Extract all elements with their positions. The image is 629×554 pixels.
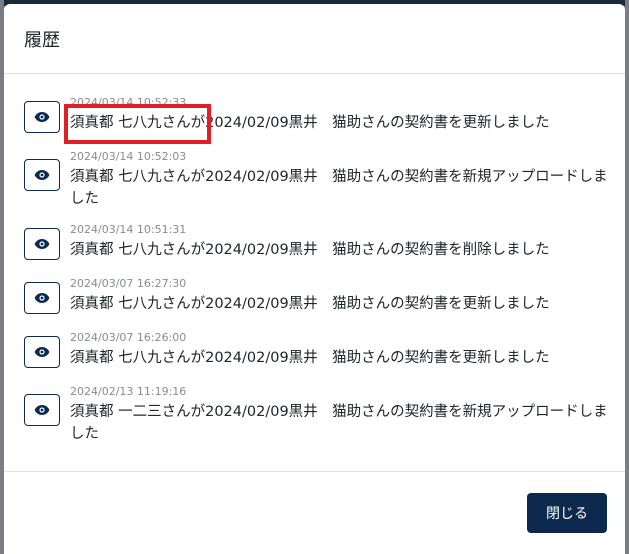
history-item: 2024/03/07 16:27:30 須真都 七八九さんが2024/02/09…	[24, 277, 625, 331]
view-button[interactable]	[24, 159, 60, 191]
view-button[interactable]	[24, 394, 60, 426]
close-button[interactable]: 閉じる	[527, 493, 607, 533]
backdrop-right	[625, 0, 629, 554]
eye-icon	[34, 239, 50, 249]
history-item: 2024/02/13 11:19:16 須真都 一二三さんが2024/02/09…	[24, 385, 625, 458]
highlight-annotation-box	[64, 104, 211, 144]
history-message: 須真都 一二三さんが2024/02/09黒井 猫助さんの契約書を新規アップロード…	[70, 404, 608, 442]
history-message: 須真都 七八九さんが2024/02/09黒井 猫助さんの契約書を新規アップロード…	[70, 169, 608, 207]
history-modal: 履歴 2024/03/14 10:52:33 須真都 七八九さんが2024/02…	[4, 4, 625, 554]
eye-icon	[34, 112, 50, 122]
history-timestamp: 2024/02/13 11:19:16	[70, 385, 187, 398]
history-timestamp: 2024/03/14 10:51:31	[70, 223, 187, 236]
history-item: 2024/03/14 10:51:31 須真都 七八九さんが2024/02/09…	[24, 223, 625, 277]
eye-icon	[34, 405, 50, 415]
history-item: 2024/03/14 10:52:03 須真都 七八九さんが2024/02/09…	[24, 150, 625, 223]
history-item: 2024/03/07 16:26:00 須真都 七八九さんが2024/02/09…	[24, 331, 625, 385]
history-message: 須真都 七八九さんが2024/02/09黒井 猫助さんの契約書を更新しました	[70, 296, 550, 312]
eye-icon	[34, 170, 50, 180]
eye-icon	[34, 347, 50, 357]
history-message: 須真都 七八九さんが2024/02/09黒井 猫助さんの契約書を更新しました	[70, 350, 550, 366]
history-message: 須真都 七八九さんが2024/02/09黒井 猫助さんの契約書を削除しました	[70, 242, 550, 258]
history-timestamp: 2024/03/14 10:52:03	[70, 150, 187, 163]
modal-title: 履歴	[24, 29, 60, 51]
view-button[interactable]	[24, 101, 60, 133]
view-button[interactable]	[24, 336, 60, 368]
modal-header: 履歴	[4, 4, 625, 74]
eye-icon	[34, 293, 50, 303]
history-timestamp: 2024/03/07 16:27:30	[70, 277, 187, 290]
modal-footer: 閉じる	[4, 471, 625, 554]
view-button[interactable]	[24, 282, 60, 314]
history-timestamp: 2024/03/07 16:26:00	[70, 331, 187, 344]
view-button[interactable]	[24, 228, 60, 260]
